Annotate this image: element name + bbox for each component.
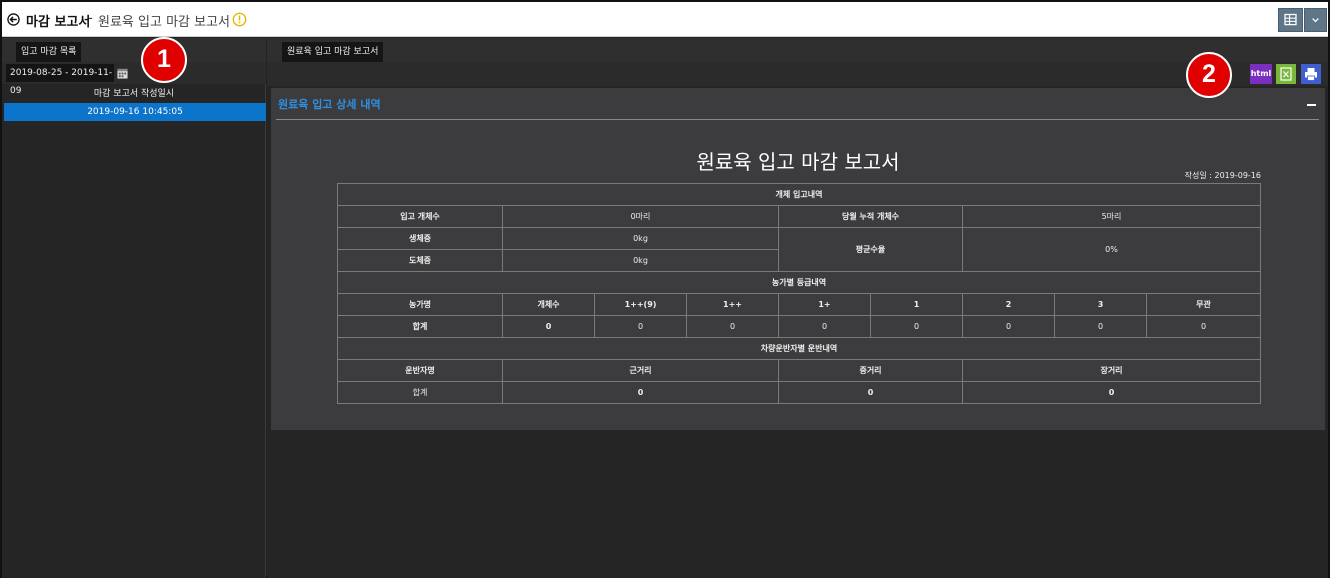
- section-header: 개체 입고내역: [337, 183, 1261, 206]
- detail-section: 원료육 입고 상세 내역 원료육 입고 마감 보고서 작성일 : 2019-09…: [271, 88, 1325, 430]
- column-header: 3: [1054, 293, 1147, 316]
- row-label: 합계: [337, 381, 503, 404]
- row-label: 도체중: [337, 249, 503, 272]
- cell-value: 0: [870, 315, 963, 338]
- report-title: 원료육 입고 마감 보고서: [696, 150, 900, 174]
- annotation-marker-2: 2: [1186, 52, 1232, 98]
- section-header: 차량운반자별 운반내역: [337, 337, 1261, 360]
- page-subtitle: 원료육 입고 마감 보고서: [98, 15, 230, 30]
- header: 마감 보고서 - 원료육 입고 마감 보고서: [2, 2, 1328, 37]
- list-item[interactable]: 2019-09-16 10:45:05: [4, 103, 266, 121]
- section-title: 원료육 입고 상세 내역: [278, 98, 381, 111]
- calendar-icon[interactable]: [117, 68, 128, 79]
- report-toolbar: [267, 62, 1328, 86]
- layout-grid-button[interactable]: [1278, 8, 1303, 32]
- table-row: 농가명 개체수 1++(9) 1++ 1+ 1 2 3 무관: [337, 293, 1261, 316]
- cell-value: 0마리: [502, 205, 779, 228]
- cell-value: 5마리: [962, 205, 1261, 228]
- back-arrow-icon[interactable]: [7, 13, 20, 26]
- cell-value: 0: [1146, 315, 1261, 338]
- dropdown-button[interactable]: [1304, 8, 1327, 32]
- list-column-header: 마감 보고서 작성일시: [93, 89, 175, 99]
- export-html-button[interactable]: html: [1250, 64, 1272, 84]
- cell-value: 0%: [962, 227, 1261, 272]
- printer-icon: [1305, 68, 1317, 81]
- cell-value: 0: [502, 381, 779, 404]
- column-header: 2: [962, 293, 1055, 316]
- column-header: 1++: [686, 293, 779, 316]
- chevron-down-icon: [1312, 18, 1319, 23]
- table-row: 합계 0 0 0: [337, 381, 1261, 404]
- report-date: 작성일 : 2019-09-16: [1184, 171, 1261, 180]
- cell-value: 0: [778, 381, 963, 404]
- column-header: 근거리: [502, 359, 779, 382]
- date-filter-row: 2019-08-25 - 2019-11-09: [2, 62, 266, 96]
- left-tab-bar: 입고 마감 목록: [2, 38, 266, 62]
- grid-icon: [1284, 13, 1297, 26]
- cell-value: 0: [502, 315, 595, 338]
- row-label: 합계: [337, 315, 503, 338]
- column-header: 1++(9): [594, 293, 687, 316]
- column-header: 1: [870, 293, 963, 316]
- report-panel: 원료육 입고 마감 보고서 html 원료육 입고 상세 내역 원료육 입고 마…: [267, 38, 1328, 578]
- closing-list-panel: 입고 마감 목록 2019-08-25 - 2019-11-09 마감 보고서 …: [2, 38, 266, 578]
- row-label: 생체중: [337, 227, 503, 250]
- table-row: 운반자명 근거리 중거리 장거리: [337, 359, 1261, 382]
- row-label: 평균수율: [778, 227, 963, 272]
- tab-closing-list[interactable]: 입고 마감 목록: [16, 42, 82, 62]
- cell-value: 0kg: [502, 227, 779, 250]
- table-row: 생체중 0kg 평균수율 0%: [337, 227, 1261, 272]
- cell-value: 0: [962, 381, 1261, 404]
- cell-value: 0: [962, 315, 1055, 338]
- right-tab-bar: 원료육 입고 마감 보고서: [267, 38, 1328, 62]
- cell-value: 0: [1054, 315, 1147, 338]
- table-row: 차량운반자별 운반내역: [337, 337, 1261, 360]
- column-header: 농가명: [337, 293, 503, 316]
- page-title: 마감 보고서: [26, 15, 91, 30]
- row-label: 입고 개체수: [337, 205, 503, 228]
- date-range-input[interactable]: 2019-08-25 - 2019-11-09: [6, 64, 114, 96]
- column-header: 1+: [778, 293, 871, 316]
- column-header: 중거리: [778, 359, 963, 382]
- tab-report[interactable]: 원료육 입고 마감 보고서: [282, 42, 384, 62]
- table-row: 농가별 등급내역: [337, 271, 1261, 294]
- table-row: 합계 0 0 0 0 0 0 0 0: [337, 315, 1261, 338]
- report-table: 개체 입고내역 입고 개체수 0마리 당월 누적 개체수 5마리 생체중 0kg…: [337, 183, 1261, 404]
- column-header: 개체수: [502, 293, 595, 316]
- cell-value: 0: [594, 315, 687, 338]
- column-header: 무관: [1146, 293, 1261, 316]
- collapse-icon[interactable]: [1307, 104, 1316, 106]
- table-row: 개체 입고내역: [337, 183, 1261, 206]
- section-header: 농가별 등급내역: [337, 271, 1261, 294]
- export-excel-button[interactable]: [1276, 64, 1296, 84]
- cell-value: 0: [778, 315, 871, 338]
- annotation-marker-1: 1: [141, 37, 187, 83]
- excel-icon: [1280, 67, 1292, 81]
- title-separator: -: [88, 11, 93, 26]
- print-button[interactable]: [1301, 64, 1321, 84]
- cell-value: 0kg: [502, 249, 779, 272]
- column-header: 운반자명: [337, 359, 503, 382]
- cell-value: 0: [686, 315, 779, 338]
- row-label: 당월 누적 개체수: [778, 205, 963, 228]
- app-window: 마감 보고서 - 원료육 입고 마감 보고서 입고 마감 목록 2019-08-…: [0, 0, 1330, 578]
- column-header: 장거리: [962, 359, 1261, 382]
- table-row: 입고 개체수 0마리 당월 누적 개체수 5마리: [337, 205, 1261, 228]
- divider: [276, 119, 1319, 120]
- warning-icon[interactable]: [232, 12, 247, 27]
